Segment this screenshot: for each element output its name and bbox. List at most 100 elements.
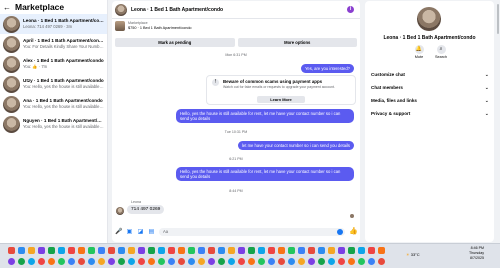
taskbar-app-icon[interactable] xyxy=(258,258,265,265)
taskbar-app-icon[interactable] xyxy=(288,247,295,254)
taskbar-app-icon[interactable] xyxy=(108,258,115,265)
taskbar-app-icon[interactable] xyxy=(258,247,265,254)
conversation-item[interactable]: Alex · 1 Bed 1 Bath Apartment/condo You: … xyxy=(0,54,107,74)
taskbar-app-icon[interactable] xyxy=(338,258,345,265)
taskbar-app-icon[interactable] xyxy=(58,247,65,254)
back-arrow-icon[interactable]: ← xyxy=(3,3,11,12)
sticker-icon[interactable]: ◪ xyxy=(137,229,144,236)
taskbar-app-icon[interactable] xyxy=(148,247,155,254)
taskbar-app-icon[interactable] xyxy=(228,247,235,254)
taskbar-app-icon[interactable] xyxy=(328,247,335,254)
profile-avatar[interactable] xyxy=(417,7,441,31)
avatar[interactable] xyxy=(115,3,127,16)
taskbar-app-icon[interactable] xyxy=(128,258,135,265)
chat-members-row[interactable]: Chat members ⌄ xyxy=(371,83,489,93)
taskbar-app-icon[interactable] xyxy=(188,258,195,265)
conversation-item[interactable]: Leona · 1 Bed 1 Bath Apartment/condo Leon… xyxy=(0,14,107,34)
conversation-item[interactable]: Utzy · 1 Bed 1 Bath Apartment/condo You: … xyxy=(0,74,107,94)
message-outgoing[interactable]: Hello, yes the house is still available … xyxy=(176,167,354,181)
gif-icon[interactable]: ▤ xyxy=(148,229,155,236)
taskbar-app-icon[interactable] xyxy=(268,258,275,265)
taskbar-app-icon[interactable] xyxy=(118,258,125,265)
taskbar-app-icon[interactable] xyxy=(328,258,335,265)
taskbar-app-icon[interactable] xyxy=(148,258,155,265)
chat-title[interactable]: Leona · 1 Bed 1 Bath Apartment/condo xyxy=(131,7,223,13)
microphone-icon[interactable]: 🎤 xyxy=(115,229,122,236)
listing-card[interactable]: Marketplace $750 · 1 Bed 1 Bath Apartmen… xyxy=(115,21,192,31)
search-button[interactable]: ⌕ Search xyxy=(431,45,451,59)
taskbar-app-icon[interactable] xyxy=(218,258,225,265)
taskbar-app-icon[interactable] xyxy=(208,258,215,265)
taskbar-app-icon[interactable] xyxy=(338,247,345,254)
taskbar-app-icon[interactable] xyxy=(78,247,85,254)
taskbar-app-icon[interactable] xyxy=(348,258,355,265)
taskbar-app-icon[interactable] xyxy=(318,258,325,265)
taskbar-app-icon[interactable] xyxy=(358,258,365,265)
photo-icon[interactable]: ▣ xyxy=(126,229,133,236)
taskbar-app-icon[interactable] xyxy=(38,258,45,265)
taskbar-app-icon[interactable] xyxy=(18,258,25,265)
taskbar-app-icon[interactable] xyxy=(198,247,205,254)
taskbar-app-icon[interactable] xyxy=(48,247,55,254)
taskbar-app-icon[interactable] xyxy=(158,247,165,254)
taskbar-app-icon[interactable] xyxy=(98,258,105,265)
taskbar-app-icon[interactable] xyxy=(368,247,375,254)
taskbar-app-icon[interactable] xyxy=(218,247,225,254)
taskbar-app-icon[interactable] xyxy=(128,247,135,254)
taskbar-app-icon[interactable] xyxy=(68,258,75,265)
taskbar-app-icon[interactable] xyxy=(38,247,45,254)
taskbar-app-icon[interactable] xyxy=(248,258,255,265)
taskbar-app-icon[interactable] xyxy=(308,247,315,254)
taskbar-app-icon[interactable] xyxy=(8,247,15,254)
taskbar-app-icon[interactable] xyxy=(28,247,35,254)
taskbar-app-icon[interactable] xyxy=(348,247,355,254)
taskbar-app-icon[interactable] xyxy=(138,247,145,254)
taskbar-app-icon[interactable] xyxy=(318,247,325,254)
taskbar-app-icon[interactable] xyxy=(118,247,125,254)
taskbar-app-icon[interactable] xyxy=(278,258,285,265)
taskbar-app-icon[interactable] xyxy=(88,258,95,265)
mark-pending-button[interactable]: Mark as pending xyxy=(115,38,235,47)
taskbar-app-icon[interactable] xyxy=(358,247,365,254)
taskbar-app-icon[interactable] xyxy=(298,247,305,254)
emoji-icon[interactable] xyxy=(337,229,343,235)
taskbar-app-icon[interactable] xyxy=(278,247,285,254)
conversation-item[interactable]: Ana · 1 Bed 1 Bath Apartment/condo You: H… xyxy=(0,94,107,114)
conversation-item[interactable]: Nguyen · 1 Bed 1 Bath Apartment/condo You… xyxy=(0,114,107,134)
taskbar-app-icon[interactable] xyxy=(268,247,275,254)
taskbar-app-icon[interactable] xyxy=(378,247,385,254)
taskbar-app-icon[interactable] xyxy=(188,247,195,254)
customize-chat-row[interactable]: Customize chat ⌄ xyxy=(371,70,489,80)
taskbar-app-icon[interactable] xyxy=(238,247,245,254)
taskbar-app-icon[interactable] xyxy=(108,247,115,254)
taskbar-app-icon[interactable] xyxy=(178,247,185,254)
taskbar-app-icon[interactable] xyxy=(58,258,65,265)
taskbar-app-icon[interactable] xyxy=(18,247,25,254)
message-input[interactable]: Aa xyxy=(159,228,345,236)
taskbar-app-icon[interactable] xyxy=(78,258,85,265)
taskbar-app-icon[interactable] xyxy=(68,247,75,254)
mute-button[interactable]: 🔔 Mute xyxy=(409,45,429,59)
taskbar-app-icon[interactable] xyxy=(48,258,55,265)
message-incoming[interactable]: 714 497 0269 xyxy=(127,205,165,214)
message-outgoing[interactable]: Hello, yes the house is still available … xyxy=(176,109,354,123)
taskbar-app-icon[interactable] xyxy=(98,247,105,254)
media-files-row[interactable]: Media, files and links ⌄ xyxy=(371,96,489,106)
taskbar-app-icon[interactable] xyxy=(368,258,375,265)
info-icon[interactable]: i xyxy=(347,6,354,13)
taskbar-app-icon[interactable] xyxy=(378,258,385,265)
taskbar-app-icon[interactable] xyxy=(248,247,255,254)
thumbs-up-icon[interactable]: 👍 xyxy=(349,228,358,236)
taskbar-app-icon[interactable] xyxy=(288,258,295,265)
taskbar-app-icon[interactable] xyxy=(88,247,95,254)
taskbar-app-icon[interactable] xyxy=(298,258,305,265)
weather-widget[interactable]: ☀ 33°C xyxy=(406,252,420,257)
taskbar-app-icon[interactable] xyxy=(238,258,245,265)
taskbar-app-icon[interactable] xyxy=(228,258,235,265)
system-clock[interactable]: 8:46 PM Thursday 8/7/2025 xyxy=(454,246,484,261)
taskbar-app-icon[interactable] xyxy=(138,258,145,265)
conversation-item[interactable]: April · 1 Bed 1 Bath Apartment/condo You:… xyxy=(0,34,107,54)
more-options-button[interactable]: More options xyxy=(237,38,357,47)
learn-more-button[interactable]: Learn More xyxy=(257,96,305,103)
scrollbar-thumb[interactable] xyxy=(497,4,499,34)
